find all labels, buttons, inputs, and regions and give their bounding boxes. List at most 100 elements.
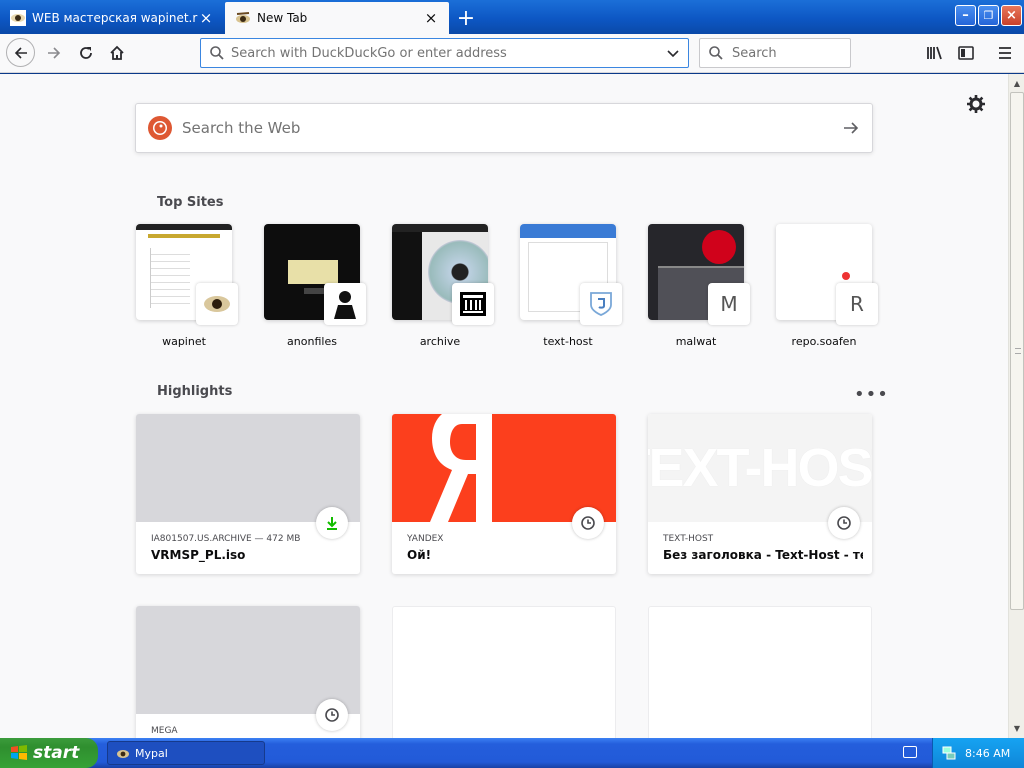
new-tab-page: Search the Web Top Sites wapinet anonfil… [0,74,1008,738]
url-bar[interactable]: Search with DuckDuckGo or enter address [200,38,689,68]
card-preview [392,414,616,522]
sidebar-button[interactable] [952,39,980,67]
top-sites-heading: Top Sites [157,195,224,210]
taskbar-item-mypal[interactable]: Mypal [107,741,265,765]
top-site-label: text-host [543,335,593,348]
card-title: Без заголовка - Text-Host - тек... [663,548,863,562]
duckduckgo-logo-icon [148,116,172,140]
highlights-menu-button[interactable]: ••• [854,384,889,405]
windows-logo-icon [11,745,27,760]
clock-icon [572,507,604,539]
top-site-tile[interactable]: M malwat [648,224,750,348]
search-bar[interactable]: Search [699,38,851,68]
letter-r-icon: R [836,283,878,325]
top-site-label: archive [419,335,461,348]
network-icon[interactable] [941,745,957,761]
empty-highlight-placeholder [648,606,872,738]
yandex-logo-icon [430,414,492,522]
start-button[interactable]: start [0,738,98,768]
reload-icon [80,47,92,59]
search-icon [210,46,224,60]
web-search-box[interactable]: Search the Web [135,103,873,153]
top-site-label: wapinet [162,335,206,348]
top-site-tile[interactable]: wapinet [136,224,238,348]
menu-button[interactable] [991,39,1019,67]
scroll-thumb[interactable] [1010,92,1024,610]
card-source: IA801507.US.ARCHIVE — 472 MB [151,534,301,544]
clock-icon [316,699,348,731]
arrow-right-icon[interactable] [842,119,860,137]
keyboard-icon[interactable] [903,746,917,758]
sidebar-icon [958,46,974,60]
hamburger-icon [999,47,1011,59]
card-title: VRMSP_PL.iso [151,548,246,562]
taskbar: start Mypal 8:46 AM [0,738,1024,768]
scroll-up-icon[interactable]: ▲ [1010,75,1024,91]
text-host-shield-icon [580,283,622,325]
download-icon [316,507,348,539]
tab-strip: WEB мастерская wapinet.ru × New Tab × + … [0,0,1024,34]
top-site-tile[interactable]: archive [392,224,494,348]
clock: 8:46 AM [965,746,1011,760]
back-button[interactable] [6,38,35,67]
web-search-placeholder: Search the Web [182,119,301,137]
forward-button[interactable] [40,39,68,67]
top-site-tile[interactable]: text-host [520,224,622,348]
restore-button[interactable]: ❐ [978,5,999,26]
url-placeholder: Search with DuckDuckGo or enter address [231,45,507,61]
top-site-label: malwat [675,335,717,348]
nav-toolbar: Search with DuckDuckGo or enter address … [0,34,1024,73]
top-site-label: anonfiles [287,335,337,348]
mypal-icon [117,750,129,758]
card-source: YANDEX [407,534,444,544]
search-icon [709,46,723,60]
top-site-tile[interactable]: anonfiles [264,224,366,348]
highlights-heading: Highlights [157,384,233,399]
home-button[interactable] [103,39,131,67]
top-site-label: repo.soafen [791,335,857,348]
card-title: Ой! [407,548,432,562]
eye-favicon-icon [236,12,250,23]
back-arrow-icon [14,46,27,59]
close-window-button[interactable]: × [1001,5,1022,26]
eye-favicon-icon [10,10,26,26]
tab-close-icon[interactable]: × [198,10,214,26]
home-icon [110,45,124,60]
preview-logo-text: TEXT-HOST [648,438,872,498]
forward-arrow-icon [48,47,61,59]
chevron-down-icon[interactable] [666,46,680,60]
top-site-tile[interactable]: R repo.soafen [776,224,878,348]
search-placeholder: Search [732,45,777,61]
card-source: TEXT-HOST [663,534,714,544]
empty-highlight-placeholder [392,606,616,738]
page-scrollbar[interactable]: ▲ ▼ [1008,74,1024,738]
card-preview [136,606,360,714]
letter-m-icon: M [708,283,750,325]
scroll-down-icon[interactable]: ▼ [1010,720,1024,736]
card-source: MEGA [151,726,178,736]
library-icon [927,46,942,60]
card-preview: TEXT-HOST [648,414,872,522]
tab-close-icon[interactable]: × [423,10,439,26]
reload-button[interactable] [72,39,100,67]
system-tray: 8:46 AM [932,738,1024,768]
card-preview [136,414,360,522]
highlight-card[interactable]: TEXT-HOST TEXT-HOST Без заголовка - Text… [648,414,872,574]
task-label: Mypal [135,746,168,760]
highlight-card[interactable]: IA801507.US.ARCHIVE — 472 MB VRMSP_PL.is… [136,414,360,574]
tab-title: New Tab [257,11,308,25]
highlight-card[interactable]: MEGA [136,606,360,738]
start-label: start [33,743,80,763]
minimize-button[interactable]: – [955,5,976,26]
new-tab-button[interactable]: + [451,4,481,32]
clock-icon [828,507,860,539]
archive-building-icon [452,283,494,325]
library-button[interactable] [921,39,949,67]
highlight-card[interactable]: YANDEX Ой! [392,414,616,574]
anonymous-mask-icon [324,283,366,325]
tab-title: WEB мастерская wapinet.ru [32,11,198,25]
tab-new-tab[interactable]: New Tab × [225,2,449,34]
tab-wapinet[interactable]: WEB мастерская wapinet.ru × [0,2,224,34]
gear-icon[interactable] [966,94,986,114]
eye-icon [196,283,238,325]
